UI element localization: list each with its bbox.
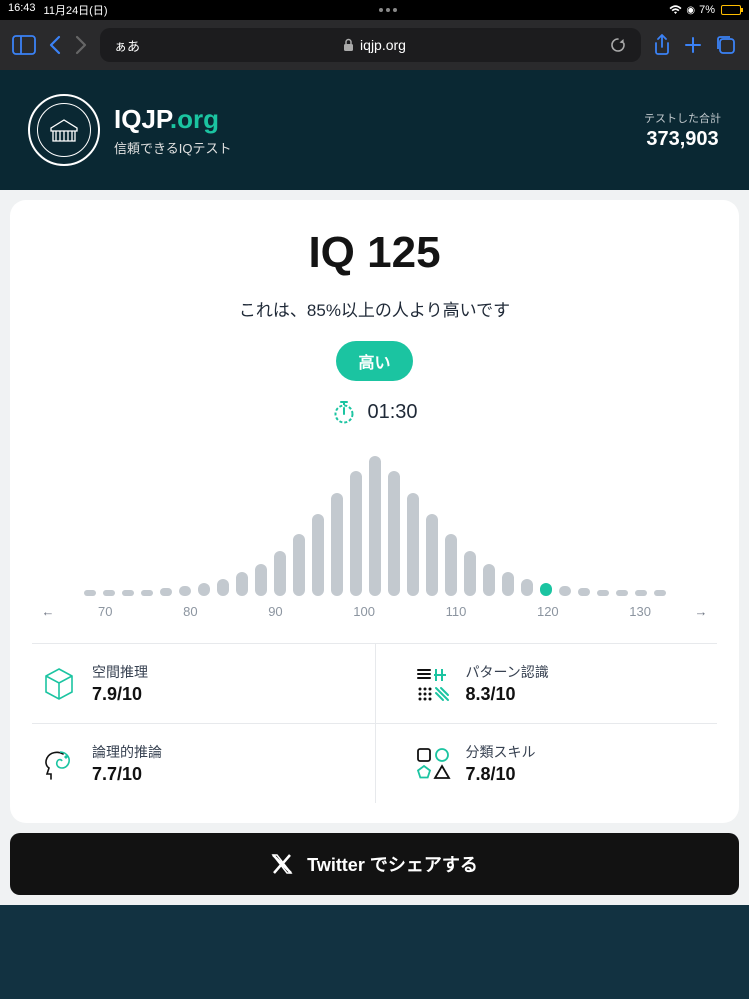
twitter-share-button[interactable]: Twitter でシェアする (10, 833, 739, 895)
chart-bar (255, 564, 267, 596)
chart-bar (331, 493, 343, 596)
axis-tick: 120 (537, 604, 559, 619)
chart-bar (616, 590, 628, 596)
iq-percentile-text: これは、85%以上の人より高いです (32, 296, 717, 321)
chart-bar (141, 590, 153, 596)
do-not-disturb-icon: ◉ (686, 5, 695, 16)
skill-label: パターン認識 (466, 662, 549, 682)
iq-score-title: IQ 125 (32, 228, 717, 278)
status-time: 16:43 (8, 2, 36, 18)
chart-bar (654, 590, 666, 596)
stopwatch-icon (331, 399, 357, 425)
chart-bar (350, 471, 362, 596)
axis-arrow-left: ← (38, 604, 58, 619)
brand-name: IQJP (114, 104, 170, 134)
chart-bar (122, 590, 134, 596)
brand-ext: .org (170, 104, 219, 134)
axis-arrow-right: → (691, 604, 711, 619)
brain-head-icon (40, 745, 78, 783)
logo-badge-icon (28, 94, 100, 166)
brand-tagline: 信頼できるIQテスト (114, 138, 231, 157)
url-text: iqjp.org (360, 37, 406, 53)
chart-bar (597, 590, 609, 596)
completion-time: 01:30 (367, 401, 417, 424)
skill-score: 7.7/10 (92, 764, 162, 785)
axis-tick: 100 (353, 604, 375, 619)
result-card: IQ 125 これは、85%以上の人より高いです 高い 01:30 ← 70 80… (10, 200, 739, 823)
rating-badge: 高い (336, 341, 412, 381)
axis-tick: 80 (183, 604, 197, 619)
battery-percent: 7% (699, 4, 715, 16)
iq-distribution-chart: ← 70 80 90 100 110 120 130 → (32, 451, 717, 619)
share-label: Twitter でシェアする (307, 851, 478, 877)
skill-label: 空間推理 (92, 662, 148, 682)
skill-label: 分類スキル (466, 742, 536, 762)
battery-icon (721, 5, 741, 15)
skill-spatial: 空間推理 7.9/10 (32, 644, 375, 724)
axis-tick: 110 (446, 604, 467, 619)
tabs-button[interactable] (715, 34, 737, 56)
chart-bar (445, 534, 457, 596)
chart-bar (483, 564, 495, 596)
address-bar[interactable]: ぁあ iqjp.org (100, 28, 641, 62)
chart-bar (635, 590, 647, 596)
multitask-indicator (379, 8, 397, 12)
skill-classification: 分類スキル 7.8/10 (375, 724, 718, 803)
wifi-icon (669, 5, 682, 15)
chart-bar (103, 590, 115, 596)
chart-bar (578, 588, 590, 596)
axis-tick: 70 (98, 604, 112, 619)
chart-bar (217, 579, 229, 596)
skill-label: 論理的推論 (92, 742, 162, 762)
status-date: 11月24日(日) (44, 2, 108, 18)
chart-bar (559, 586, 571, 596)
skill-pattern: パターン認識 8.3/10 (375, 644, 718, 724)
skill-score: 8.3/10 (466, 684, 549, 705)
reload-button[interactable] (609, 36, 627, 54)
reader-mode-button[interactable]: ぁあ (114, 36, 140, 55)
chart-bar (274, 551, 286, 596)
skill-score: 7.8/10 (466, 764, 536, 785)
chart-bar (312, 514, 324, 596)
stats-value: 373,903 (644, 128, 721, 151)
chart-bar (407, 493, 419, 596)
sidebar-toggle-button[interactable] (12, 35, 36, 55)
chart-bar (293, 534, 305, 596)
chart-bar (179, 586, 191, 596)
axis-tick: 90 (268, 604, 282, 619)
device-status-bar: 16:43 11月24日(日) ◉ 7% (0, 0, 749, 20)
chart-bar (236, 572, 248, 596)
site-header: IQJP.org 信頼できるIQテスト テストした合計 373,903 (0, 70, 749, 190)
chart-bar (84, 590, 96, 596)
stats-label: テストした合計 (644, 110, 721, 126)
pattern-icon (414, 665, 452, 703)
axis-tick: 130 (629, 604, 651, 619)
back-button[interactable] (48, 35, 62, 55)
chart-bar (521, 579, 533, 596)
chart-bar (502, 572, 514, 596)
site-logo[interactable]: IQJP.org 信頼できるIQテスト (28, 94, 231, 166)
skill-logic: 論理的推論 7.7/10 (32, 724, 375, 803)
chart-bar (426, 514, 438, 596)
forward-button[interactable] (74, 35, 88, 55)
browser-toolbar: ぁあ iqjp.org (0, 20, 749, 70)
cube-icon (40, 665, 78, 703)
chart-bar (369, 456, 381, 596)
chart-bar (160, 588, 172, 596)
x-logo-icon (271, 853, 293, 875)
shapes-icon (414, 745, 452, 783)
chart-bar (388, 471, 400, 596)
total-tests-stat: テストした合計 373,903 (644, 110, 721, 151)
share-button[interactable] (653, 34, 671, 56)
chart-bar (198, 583, 210, 596)
lock-icon (343, 38, 354, 52)
chart-bar (464, 551, 476, 596)
skill-score: 7.9/10 (92, 684, 148, 705)
chart-bar (540, 583, 552, 596)
skills-grid: 空間推理 7.9/10 パターン認識 8.3/10 (32, 643, 717, 803)
new-tab-button[interactable] (683, 35, 703, 55)
